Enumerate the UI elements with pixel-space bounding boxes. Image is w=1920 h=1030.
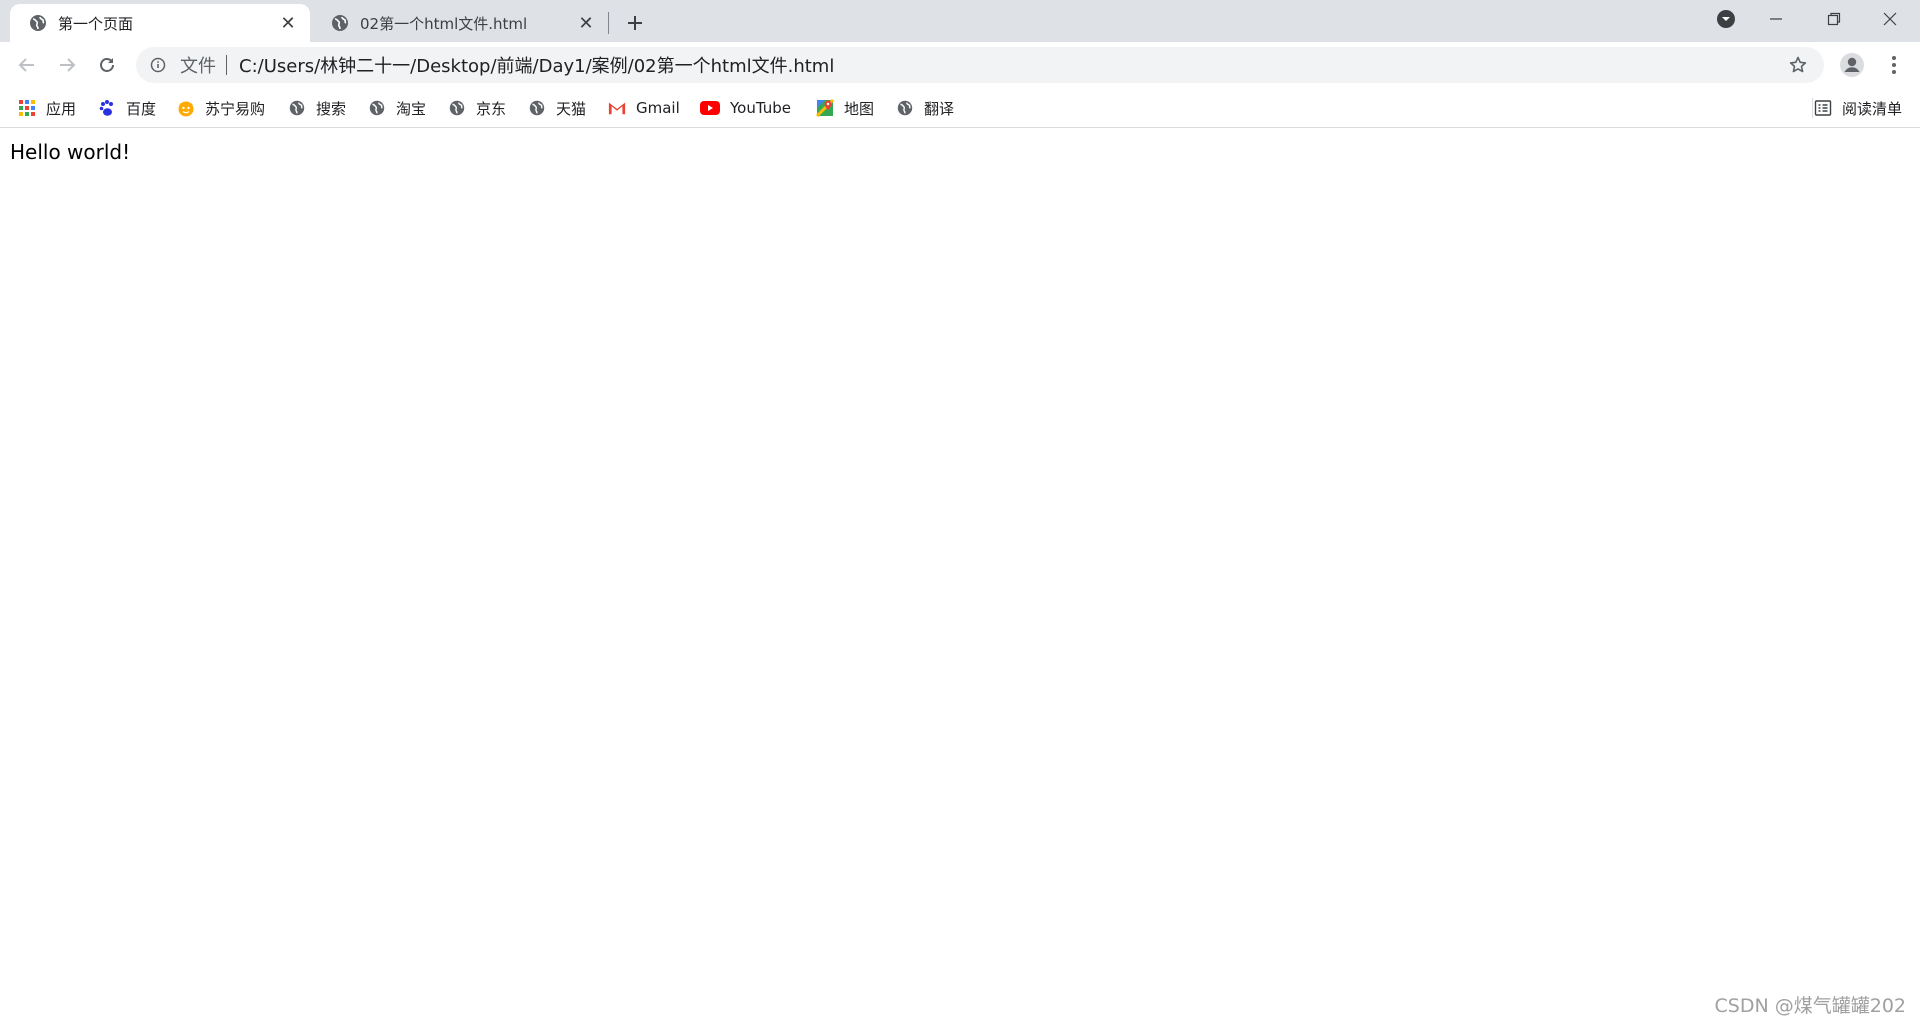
arrow-right-icon xyxy=(60,58,76,72)
reading-list-icon xyxy=(1814,99,1832,117)
bookmark-baidu[interactable]: 百度 xyxy=(98,96,156,120)
toolbar: 文件 C:/Users/林钟二十一/Desktop/前端/Day1/案例/02第… xyxy=(0,42,1920,88)
tab-separator xyxy=(608,12,609,34)
chevron-down-circle-icon xyxy=(1717,10,1735,28)
avatar xyxy=(1840,53,1864,77)
globe-icon xyxy=(330,13,350,33)
gmail-icon xyxy=(608,99,626,117)
youtube-icon xyxy=(700,99,720,117)
bookmark-maps[interactable]: 地图 xyxy=(816,96,874,120)
bookmark-label: 京东 xyxy=(476,99,507,118)
bookmark-tmall[interactable]: 天猫 xyxy=(528,96,586,120)
close-tab-icon[interactable]: ✕ xyxy=(278,13,298,34)
bookmark-label: 应用 xyxy=(46,99,77,118)
close-icon xyxy=(1883,12,1897,26)
arrow-left-icon xyxy=(18,58,34,72)
tab-02-html-file[interactable]: 02第一个html文件.html ✕ xyxy=(312,4,608,42)
plus-icon xyxy=(628,16,642,30)
menu-button[interactable] xyxy=(1878,49,1910,81)
bookmark-label: 淘宝 xyxy=(396,99,427,118)
restore-icon xyxy=(1827,12,1841,26)
globe-icon xyxy=(368,99,386,117)
bookmark-label: 天猫 xyxy=(556,99,587,118)
minimize-button[interactable] xyxy=(1752,0,1800,38)
reading-list-label: 阅读清单 xyxy=(1842,99,1903,118)
page-text: Hello world! xyxy=(10,140,131,164)
bookmark-label: 地图 xyxy=(844,99,875,118)
suning-icon xyxy=(177,99,195,117)
bookmark-gmail[interactable]: Gmail xyxy=(608,96,680,120)
bookmarks-bar: 应用 百度 苏宁易购 搜索 淘宝 京东 天猫 Gmail YouTube 地图 … xyxy=(0,88,1920,128)
bookmark-jd[interactable]: 京东 xyxy=(448,96,506,120)
tab-strip: 第一个页面 ✕ 02第一个html文件.html ✕ xyxy=(0,0,1920,42)
globe-icon xyxy=(896,99,914,117)
tab-search-button[interactable] xyxy=(1708,0,1744,38)
bookmarks-divider xyxy=(1812,98,1813,118)
bookmark-search[interactable]: 搜索 xyxy=(288,96,346,120)
info-icon[interactable] xyxy=(148,55,168,75)
reload-button[interactable] xyxy=(91,49,123,81)
globe-icon xyxy=(28,13,48,33)
globe-icon xyxy=(448,99,466,117)
scheme-label: 文件 xyxy=(180,56,216,77)
bookmark-taobao[interactable]: 淘宝 xyxy=(368,96,426,120)
forward-button[interactable] xyxy=(51,49,83,81)
close-tab-icon[interactable]: ✕ xyxy=(576,13,596,34)
omnibox-divider xyxy=(226,55,227,75)
address-bar[interactable]: 文件 C:/Users/林钟二十一/Desktop/前端/Day1/案例/02第… xyxy=(136,47,1824,83)
bookmark-label: 翻译 xyxy=(924,99,955,118)
bookmark-label: YouTube xyxy=(730,99,791,117)
bookmark-suning[interactable]: 苏宁易购 xyxy=(177,96,265,120)
bookmark-youtube[interactable]: YouTube xyxy=(700,96,791,120)
bookmark-apps[interactable]: 应用 xyxy=(18,96,76,120)
tab-title: 第一个页面 xyxy=(58,14,134,33)
watermark: CSDN @煤气罐罐202 xyxy=(1714,995,1906,1017)
back-button[interactable] xyxy=(11,49,43,81)
tab-title: 02第一个html文件.html xyxy=(360,14,528,33)
bookmark-star-icon[interactable] xyxy=(1786,53,1810,77)
restore-button[interactable] xyxy=(1810,0,1858,38)
url-text[interactable]: C:/Users/林钟二十一/Desktop/前端/Day1/案例/02第一个h… xyxy=(239,52,1786,78)
globe-icon xyxy=(288,99,306,117)
bookmark-label: 百度 xyxy=(126,99,157,118)
apps-grid-icon xyxy=(18,99,36,117)
tab-first-page[interactable]: 第一个页面 ✕ xyxy=(10,4,310,42)
new-tab-button[interactable] xyxy=(621,9,649,37)
globe-icon xyxy=(528,99,546,117)
close-window-button[interactable] xyxy=(1866,0,1914,38)
bookmark-label: Gmail xyxy=(636,99,680,117)
page-viewport: Hello world! CSDN @煤气罐罐202 xyxy=(0,128,1920,1030)
reload-icon xyxy=(100,58,114,72)
bookmark-label: 苏宁易购 xyxy=(205,99,266,118)
more-vertical-icon xyxy=(1892,56,1896,74)
reading-list-button[interactable]: 阅读清单 xyxy=(1814,96,1902,120)
maps-icon xyxy=(816,99,834,117)
minimize-icon xyxy=(1770,18,1782,20)
profile-button[interactable] xyxy=(1836,49,1868,81)
baidu-paw-icon xyxy=(98,99,116,117)
bookmark-translate[interactable]: 翻译 xyxy=(896,96,954,120)
bookmark-label: 搜索 xyxy=(316,99,347,118)
